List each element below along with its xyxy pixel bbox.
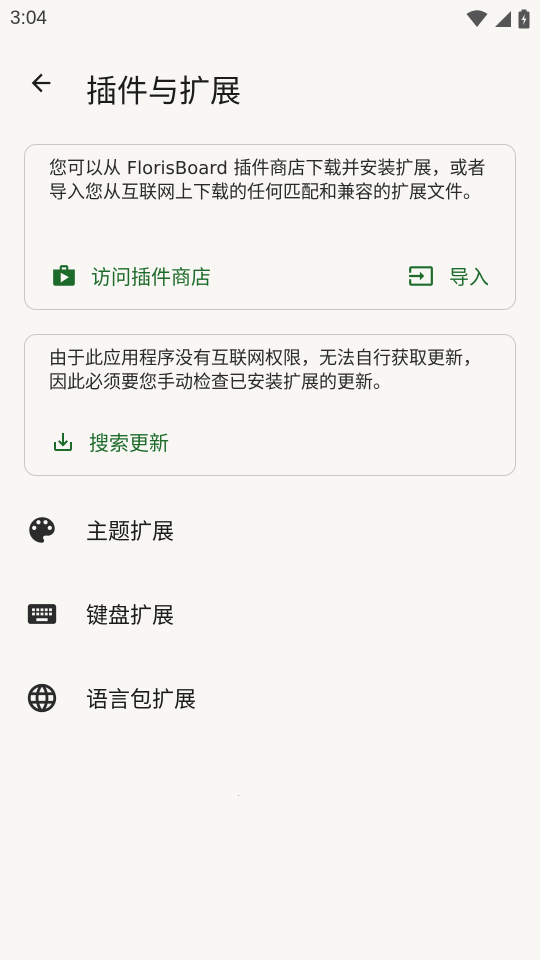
divider-dot [238,795,239,796]
import-label: 导入 [449,265,489,289]
visit-store-label: 访问插件商店 [91,265,211,289]
list-item-theme-extensions[interactable]: 主题扩展 [0,488,540,572]
status-bar: 3:04 [0,0,540,38]
download-icon [51,430,75,454]
visit-store-button[interactable]: 访问插件商店 [51,261,211,290]
app-bar: 插件与扩展 [0,52,540,116]
list-item-label: 语言包扩展 [86,688,197,713]
search-updates-label: 搜索更新 [89,431,169,455]
back-button[interactable] [20,64,62,106]
import-button[interactable]: 导入 [407,261,489,290]
update-info-card: 由于此应用程序没有互联网权限，无法自行获取更新，因此必须要您手动检查已安装扩展的… [24,334,516,476]
list-item-label: 键盘扩展 [86,604,175,629]
cellular-signal-icon [494,10,512,28]
wifi-icon [466,10,488,28]
search-updates-button[interactable]: 搜索更新 [51,427,169,456]
list-item-keyboard-extensions[interactable]: 键盘扩展 [0,572,540,656]
arrow-back-icon [27,69,55,101]
page-title: 插件与扩展 [86,74,241,110]
list-item-language-pack-extensions[interactable]: 语言包扩展 [0,656,540,740]
store-info-text: 您可以从 FlorisBoard 插件商店下载并安装扩展，或者导入您从互联网上下… [49,158,486,203]
store-info-card: 您可以从 FlorisBoard 插件商店下载并安装扩展，或者导入您从互联网上下… [24,144,516,310]
status-icons [466,9,530,29]
list-item-label: 主题扩展 [86,520,175,545]
globe-icon [24,680,60,716]
import-icon [407,263,435,289]
status-time: 3:04 [10,8,47,29]
battery-charging-icon [518,9,530,29]
update-info-text: 由于此应用程序没有互联网权限，无法自行获取更新，因此必须要您手动检查已安装扩展的… [49,348,481,393]
keyboard-icon [24,596,60,632]
store-bag-icon [51,263,77,289]
palette-icon [24,512,60,548]
